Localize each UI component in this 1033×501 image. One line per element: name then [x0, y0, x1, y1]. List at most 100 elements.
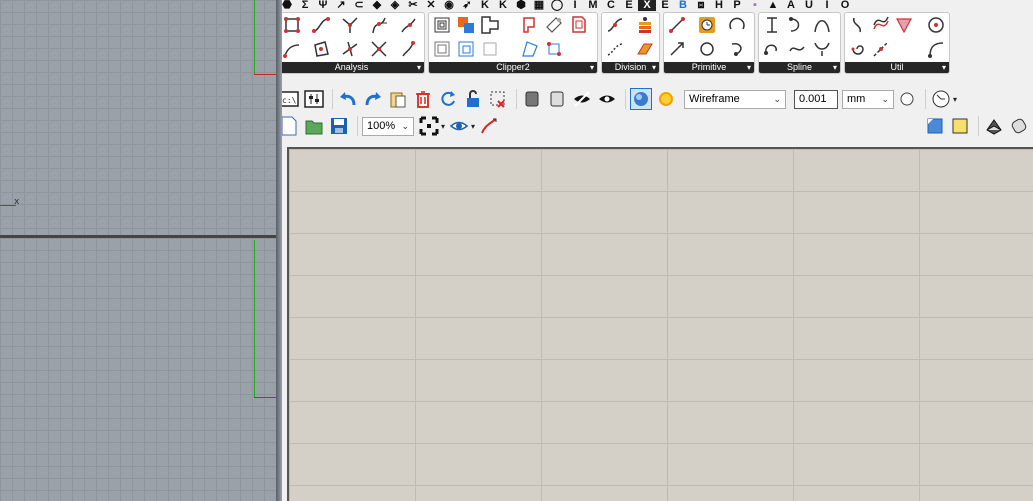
util-circle-point-icon[interactable]: [925, 14, 947, 36]
recompute-icon[interactable]: [437, 88, 459, 110]
deselect-icon[interactable]: [487, 88, 509, 110]
analysis-component-3-icon[interactable]: [339, 14, 361, 36]
display-dropdown-icon[interactable]: ▾: [471, 122, 475, 131]
tab-icon-m[interactable]: M: [584, 0, 602, 11]
unlock-icon[interactable]: [462, 88, 484, 110]
tab-icon-mesh[interactable]: ◈: [386, 0, 404, 11]
primitive-circle-icon[interactable]: [696, 38, 718, 60]
primitive-line-icon[interactable]: [666, 14, 688, 36]
blue-group-icon[interactable]: [924, 115, 946, 137]
tab-icon-ladybug[interactable]: ▦: [530, 0, 548, 11]
tab-icon-lunchbox[interactable]: K: [476, 0, 494, 11]
panel-expand-icon[interactable]: ▾: [652, 62, 656, 73]
timer-icon[interactable]: [930, 88, 952, 110]
bake-icon[interactable]: [983, 115, 1005, 137]
util-offset-icon[interactable]: [870, 14, 892, 36]
panel-expand-icon[interactable]: ▾: [590, 62, 594, 73]
clipper-nested-icon[interactable]: [455, 38, 477, 60]
preview-mode-toggle-icon[interactable]: [630, 88, 652, 110]
panel-expand-icon[interactable]: ▾: [833, 62, 837, 73]
spline-curl-icon[interactable]: [786, 14, 808, 36]
tab-icon-e2[interactable]: E: [656, 0, 674, 11]
delete-icon[interactable]: [412, 88, 434, 110]
tab-icon-human[interactable]: ⬢: [512, 0, 530, 11]
tab-icon-box[interactable]: ⧈: [692, 0, 710, 11]
sketch-icon[interactable]: [478, 115, 500, 137]
zoom-select[interactable]: 100% ⌄: [362, 116, 414, 136]
analysis-component-2-icon[interactable]: [310, 14, 332, 36]
division-dots-icon[interactable]: [604, 38, 626, 60]
primitive-vector-icon[interactable]: [666, 38, 688, 60]
tab-icon-k2[interactable]: K: [494, 0, 512, 11]
timer-dropdown-icon[interactable]: ▾: [953, 95, 957, 104]
tab-icon-o[interactable]: O: [836, 0, 854, 11]
util-triangle-icon[interactable]: [893, 14, 915, 36]
tab-icon-triangle[interactable]: ▲: [764, 0, 782, 11]
division-stack-icon[interactable]: [634, 14, 656, 36]
radio-circle-icon[interactable]: [896, 88, 918, 110]
display-eye-icon[interactable]: [448, 115, 470, 137]
cylinder-icon[interactable]: [1008, 115, 1030, 137]
analysis-component-8-icon[interactable]: [339, 38, 361, 60]
tab-icon-maths[interactable]: Σ: [296, 0, 314, 11]
analysis-component-9-icon[interactable]: [368, 38, 390, 60]
analysis-component-5-icon[interactable]: [397, 14, 419, 36]
spline-fork-icon[interactable]: [811, 38, 833, 60]
tab-icon-intersect[interactable]: ✂: [404, 0, 422, 11]
paste-icon[interactable]: [387, 88, 409, 110]
clipper-offset-icon[interactable]: [431, 14, 453, 36]
division-surface-icon[interactable]: [634, 38, 656, 60]
tab-icon-i[interactable]: I: [566, 0, 584, 11]
analysis-component-6-icon[interactable]: [281, 38, 303, 60]
clipper-rect-icon[interactable]: [479, 38, 501, 60]
rhino-viewport-bottom[interactable]: [0, 238, 276, 501]
clipper-spiral-icon[interactable]: [431, 38, 453, 60]
util-fillet-icon[interactable]: [925, 38, 947, 60]
util-dash-icon[interactable]: [870, 38, 892, 60]
zoom-extents-icon[interactable]: [418, 115, 440, 137]
tab-icon-sets[interactable]: Ψ: [314, 0, 332, 11]
analysis-component-1-icon[interactable]: [281, 14, 303, 36]
primitive-arc-icon[interactable]: [726, 14, 748, 36]
tab-icon-surface[interactable]: ◆: [368, 0, 386, 11]
spline-arch-icon[interactable]: [811, 14, 833, 36]
grasshopper-canvas[interactable]: [287, 147, 1033, 501]
tab-icon-plugin[interactable]: ▪: [746, 0, 764, 11]
units-select[interactable]: mm ⌄: [842, 89, 894, 109]
tab-icon-display[interactable]: ◉: [440, 0, 458, 11]
redo-icon[interactable]: [362, 88, 384, 110]
sun-icon[interactable]: [655, 88, 677, 110]
analysis-component-10-icon[interactable]: [397, 38, 419, 60]
clipper-outline-icon[interactable]: [567, 14, 589, 36]
division-curve-icon[interactable]: [604, 14, 626, 36]
disable-preview-icon[interactable]: [546, 88, 568, 110]
clipper-minkowski-icon[interactable]: [543, 14, 565, 36]
tab-icon-weaver[interactable]: ◯: [548, 0, 566, 11]
tolerance-input[interactable]: 0.001: [794, 89, 838, 109]
tab-icon-i2[interactable]: I: [818, 0, 836, 11]
tab-icon-a[interactable]: A: [782, 0, 800, 11]
util-curve-icon[interactable]: [847, 14, 869, 36]
rhino-viewport-top[interactable]: [0, 0, 276, 236]
util-spiral-icon[interactable]: [847, 38, 869, 60]
clipper-boolean-icon[interactable]: [455, 14, 477, 36]
viewport-divider[interactable]: [0, 235, 276, 238]
analysis-component-4-icon[interactable]: [368, 14, 390, 36]
undo-icon[interactable]: [337, 88, 359, 110]
clipper-points-icon[interactable]: [543, 38, 565, 60]
analysis-component-7-icon[interactable]: [310, 38, 332, 60]
clipper-union-icon[interactable]: [479, 14, 501, 36]
show-icon[interactable]: [596, 88, 618, 110]
open-document-icon[interactable]: [303, 115, 325, 137]
preview-mode-select[interactable]: Wireframe ⌄: [684, 89, 786, 109]
sliders-icon[interactable]: [303, 88, 325, 110]
clipper-area-icon[interactable]: [519, 38, 541, 60]
save-document-icon[interactable]: [328, 115, 350, 137]
tab-icon-x-box[interactable]: X: [638, 0, 656, 11]
tab-icon-h[interactable]: H: [710, 0, 728, 11]
spline-loop-icon[interactable]: [761, 38, 783, 60]
tab-icon-curve[interactable]: ⊂: [350, 0, 368, 11]
zoom-dropdown-icon[interactable]: ▾: [441, 122, 445, 131]
panel-expand-icon[interactable]: ▾: [942, 62, 946, 73]
tab-icon-kangaroo[interactable]: ➶: [458, 0, 476, 11]
